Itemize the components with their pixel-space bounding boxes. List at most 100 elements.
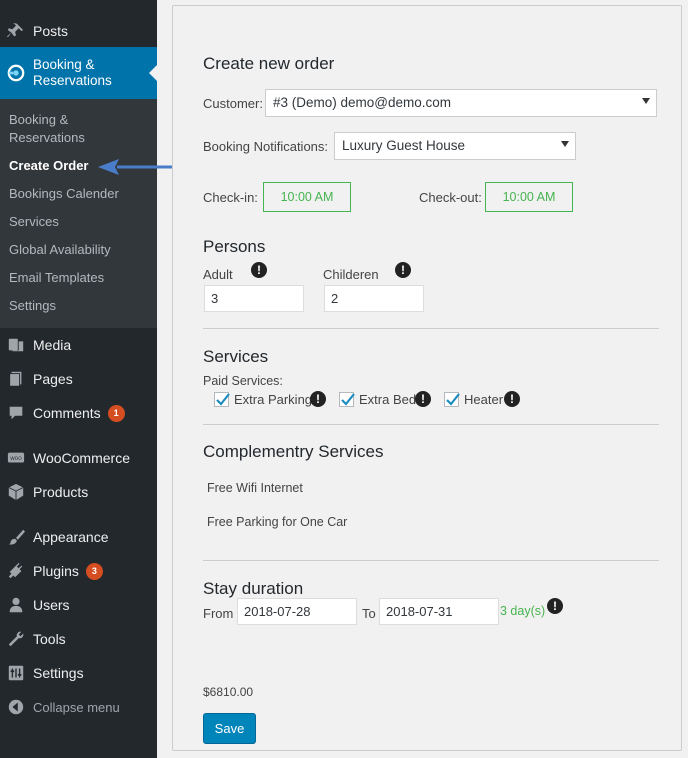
menu-label: Comments — [33, 405, 101, 421]
chevron-down-icon — [561, 141, 569, 147]
adult-info-icon[interactable]: ! — [251, 262, 267, 278]
menu-item-tools[interactable]: Tools — [0, 627, 157, 651]
adult-label: Adult — [203, 267, 233, 282]
menu-label: Media — [33, 337, 72, 353]
menu-label: Users — [33, 597, 70, 613]
from-date-input[interactable]: 2018-07-28 — [237, 598, 357, 625]
menu-label: Posts — [33, 23, 69, 39]
menu-label: WooCommerce — [33, 450, 130, 466]
to-date-input[interactable]: 2018-07-31 — [379, 598, 499, 625]
extra-bed-info-icon[interactable]: ! — [415, 391, 431, 407]
pin-icon — [7, 22, 25, 40]
complementary-services-heading: Complementry Services — [203, 442, 384, 461]
stay-info-icon[interactable]: ! — [547, 598, 563, 614]
booking-submenu: Booking & Reservations Create Order Book… — [0, 99, 157, 328]
menu-item-woocommerce[interactable]: WOO WooCommerce — [0, 446, 157, 470]
menu-item-users[interactable]: Users — [0, 593, 157, 617]
menu-label: Collapse menu — [33, 699, 120, 715]
checkout-time-button[interactable]: 10:00 AM — [485, 182, 573, 212]
extra-parking-info-icon[interactable]: ! — [310, 391, 326, 407]
menu-item-settings[interactable]: Settings — [0, 661, 157, 685]
submenu-item-global-availability[interactable]: Global Availability — [9, 241, 111, 259]
chevron-down-icon — [642, 98, 650, 104]
menu-label-line2: Reservations — [33, 73, 112, 88]
adult-count-input[interactable]: 3 — [204, 285, 304, 312]
section-divider — [203, 424, 659, 425]
pages-icon — [7, 370, 25, 388]
check-icon — [216, 393, 230, 406]
menu-item-comments[interactable]: Comments 1 — [0, 401, 157, 425]
heater-label: Heater — [464, 392, 504, 407]
box-icon — [7, 483, 25, 501]
extra-parking-checkbox[interactable] — [214, 392, 230, 407]
menu-item-media[interactable]: Media — [0, 333, 157, 357]
page-title: Create new order — [203, 54, 335, 73]
save-button[interactable]: Save — [203, 713, 256, 744]
submenu-label-line1: Booking & — [9, 112, 69, 127]
menu-item-appearance[interactable]: Appearance — [0, 525, 157, 549]
children-info-icon[interactable]: ! — [395, 262, 411, 278]
plugins-update-badge: 3 — [85, 562, 103, 580]
user-icon — [7, 596, 25, 614]
submenu-item-email-templates[interactable]: Email Templates — [9, 269, 104, 287]
menu-label: Appearance — [33, 529, 109, 545]
menu-item-products[interactable]: Products — [0, 480, 157, 504]
notifications-select[interactable]: Luxury Guest House — [334, 132, 576, 160]
menu-label-line1: Booking & — [33, 57, 95, 72]
menu-label: Tools — [33, 631, 66, 647]
settings-icon — [7, 664, 25, 682]
services-heading: Services — [203, 347, 269, 366]
complementary-service-item: Free Wifi Internet — [207, 481, 303, 495]
submenu-item-booking[interactable]: Booking & Reservations — [9, 111, 85, 147]
checkout-label: Check-out: — [419, 190, 482, 205]
booking-icon — [7, 64, 25, 82]
comment-icon — [7, 404, 25, 422]
menu-item-collapse[interactable]: Collapse menu — [0, 695, 157, 719]
order-total: $6810.00 — [203, 685, 254, 699]
paid-services-label: Paid Services: — [203, 374, 283, 388]
menu-label: Products — [33, 484, 89, 500]
wrench-icon — [7, 630, 25, 648]
extra-bed-checkbox[interactable] — [339, 392, 355, 407]
check-icon — [446, 393, 460, 406]
svg-text:WOO: WOO — [10, 456, 22, 462]
extra-bed-label: Extra Bed — [359, 392, 417, 407]
submenu-item-settings[interactable]: Settings — [9, 297, 56, 315]
customer-label: Customer: — [203, 96, 263, 111]
heater-checkbox[interactable] — [444, 392, 460, 407]
menu-item-pages[interactable]: Pages — [0, 367, 157, 391]
collapse-icon — [7, 698, 25, 716]
checkin-label: Check-in: — [203, 190, 258, 205]
heater-info-icon[interactable]: ! — [504, 391, 520, 407]
complementary-service-item: Free Parking for One Car — [207, 515, 348, 529]
customer-select-value: #3 (Demo) demo@demo.com — [273, 95, 452, 110]
admin-sidebar: Posts Booking & Reservations Booking & R… — [0, 0, 157, 758]
children-label: Childeren — [323, 267, 379, 282]
to-label: To — [362, 606, 376, 621]
check-icon — [341, 393, 355, 406]
menu-label: Pages — [33, 371, 73, 387]
menu-item-plugins[interactable]: Plugins 3 — [0, 559, 157, 583]
submenu-item-services[interactable]: Services — [9, 213, 59, 231]
create-order-panel: Create new order Customer: #3 (Demo) dem… — [172, 5, 682, 751]
brush-icon — [7, 528, 25, 546]
notifications-label: Booking Notifications: — [203, 139, 329, 154]
submenu-item-bookings-calender[interactable]: Bookings Calender — [9, 185, 119, 203]
children-count-input[interactable]: 2 — [324, 285, 424, 312]
section-divider — [203, 560, 659, 561]
submenu-item-create-order[interactable]: Create Order — [9, 157, 88, 175]
menu-item-posts[interactable]: Posts — [0, 19, 157, 43]
menu-label: Plugins — [33, 563, 79, 579]
extra-parking-label: Extra Parking — [234, 392, 313, 407]
stay-days-count: 3 day(s) — [500, 604, 546, 618]
comments-count-badge: 1 — [107, 404, 125, 422]
from-label: From — [203, 606, 234, 621]
menu-item-booking[interactable]: Booking & Reservations — [0, 47, 157, 99]
persons-heading: Persons — [203, 237, 266, 256]
stay-duration-heading: Stay duration — [203, 579, 304, 598]
section-divider — [203, 328, 659, 329]
checkin-time-button[interactable]: 10:00 AM — [263, 182, 351, 212]
woo-icon: WOO — [7, 449, 25, 467]
customer-select[interactable]: #3 (Demo) demo@demo.com — [265, 89, 657, 117]
plug-icon — [7, 562, 25, 580]
